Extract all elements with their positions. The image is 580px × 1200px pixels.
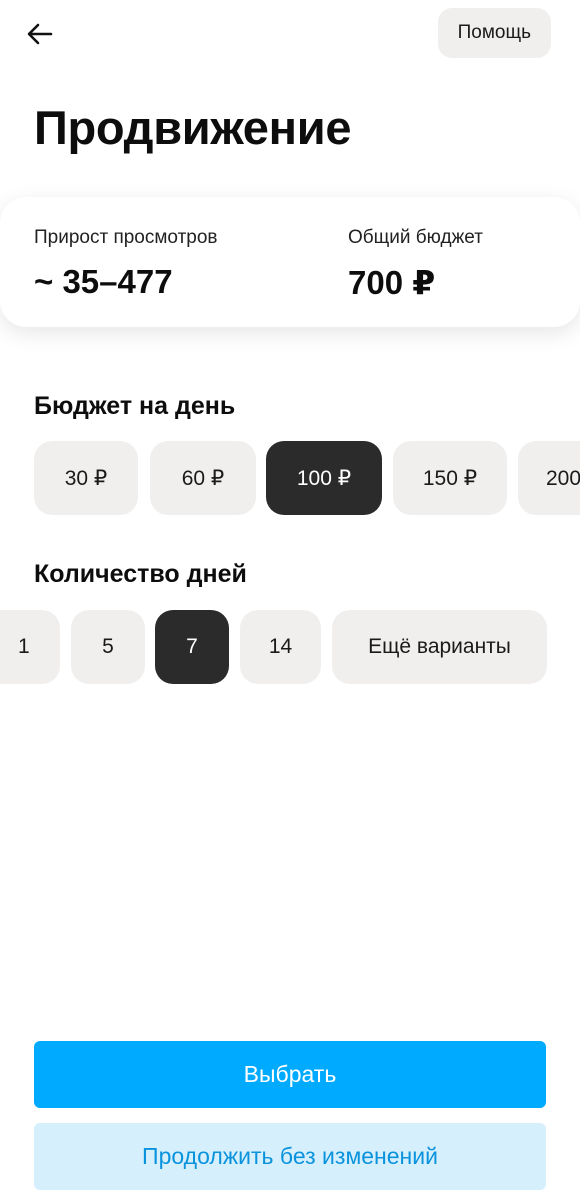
select-button[interactable]: Выбрать — [34, 1041, 546, 1108]
more-options-chip[interactable]: Ещё варианты — [332, 610, 547, 684]
days-count-options: 1 5 7 14 Ещё варианты — [0, 610, 580, 684]
daily-budget-options: 30 ₽ 60 ₽ 100 ₽ 150 ₽ 200 ₽ — [0, 441, 580, 515]
continue-without-changes-button[interactable]: Продолжить без изменений — [34, 1123, 546, 1190]
budget-chip-200[interactable]: 200 ₽ — [518, 441, 580, 515]
summary-card: Прирост просмотров ~ 35–477 Общий бюджет… — [0, 197, 580, 327]
days-chip-7[interactable]: 7 — [155, 610, 229, 684]
help-button[interactable]: Помощь — [437, 8, 551, 58]
arrow-left-icon — [27, 23, 53, 45]
budget-chip-150[interactable]: 150 ₽ — [393, 441, 507, 515]
views-growth-value: ~ 35–477 — [34, 263, 173, 300]
page-title: Продвижение — [34, 101, 352, 154]
budget-chip-30[interactable]: 30 ₽ — [34, 441, 138, 515]
days-count-title: Количество дней — [34, 560, 247, 588]
total-budget-label: Общий бюджет — [348, 227, 483, 248]
budget-chip-60[interactable]: 60 ₽ — [150, 441, 256, 515]
daily-budget-title: Бюджет на день — [34, 392, 236, 420]
days-chip-1[interactable]: 1 — [0, 610, 60, 684]
views-growth-block: Прирост просмотров ~ 35–477 — [34, 227, 218, 301]
total-budget-value: 700 ₽ — [348, 264, 436, 301]
days-chip-14[interactable]: 14 — [240, 610, 321, 684]
budget-chip-100[interactable]: 100 ₽ — [266, 441, 382, 515]
total-budget-block: Общий бюджет 700 ₽ — [348, 227, 483, 302]
views-growth-label: Прирост просмотров — [34, 227, 218, 248]
days-chip-5[interactable]: 5 — [71, 610, 145, 684]
back-button[interactable] — [18, 14, 62, 54]
